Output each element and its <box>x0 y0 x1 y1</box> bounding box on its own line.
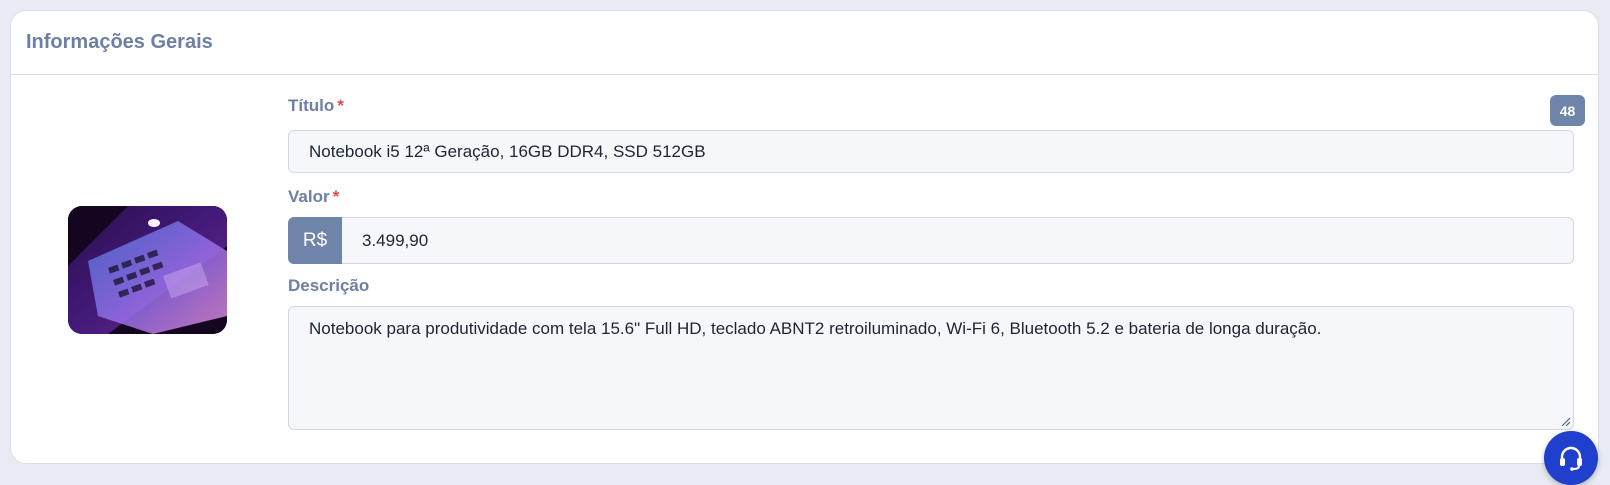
char-count-badge: 48 <box>1550 95 1585 126</box>
card-header: Informações Gerais <box>11 11 1598 75</box>
price-input-group: R$ 3.499,90 <box>288 217 1574 264</box>
currency-prefix: R$ <box>288 217 342 264</box>
description-text: Notebook para produtividade com tela 15.… <box>309 319 1322 338</box>
general-info-card: Informações Gerais Título * 48 Notebook … <box>10 10 1599 464</box>
resize-handle-icon[interactable] <box>1560 416 1570 426</box>
price-input[interactable]: 3.499,90 <box>342 217 1574 264</box>
title-label: Título * <box>288 96 344 115</box>
headset-icon <box>1560 446 1582 471</box>
product-image[interactable] <box>68 206 227 334</box>
laptop-photo <box>68 206 227 334</box>
support-chat-button[interactable] <box>1544 431 1598 485</box>
title-input[interactable]: Notebook i5 12ª Geração, 16GB DDR4, SSD … <box>288 130 1574 173</box>
section-title: Informações Gerais <box>26 31 213 53</box>
price-label: Valor * <box>288 187 340 206</box>
description-label: Descrição <box>288 276 370 295</box>
description-textarea[interactable]: Notebook para produtividade com tela 15.… <box>288 306 1574 430</box>
required-mark: * <box>332 187 340 206</box>
card-body: Título * 48 Notebook i5 12ª Geração, 16GB… <box>11 75 1598 463</box>
required-mark: * <box>337 96 344 115</box>
